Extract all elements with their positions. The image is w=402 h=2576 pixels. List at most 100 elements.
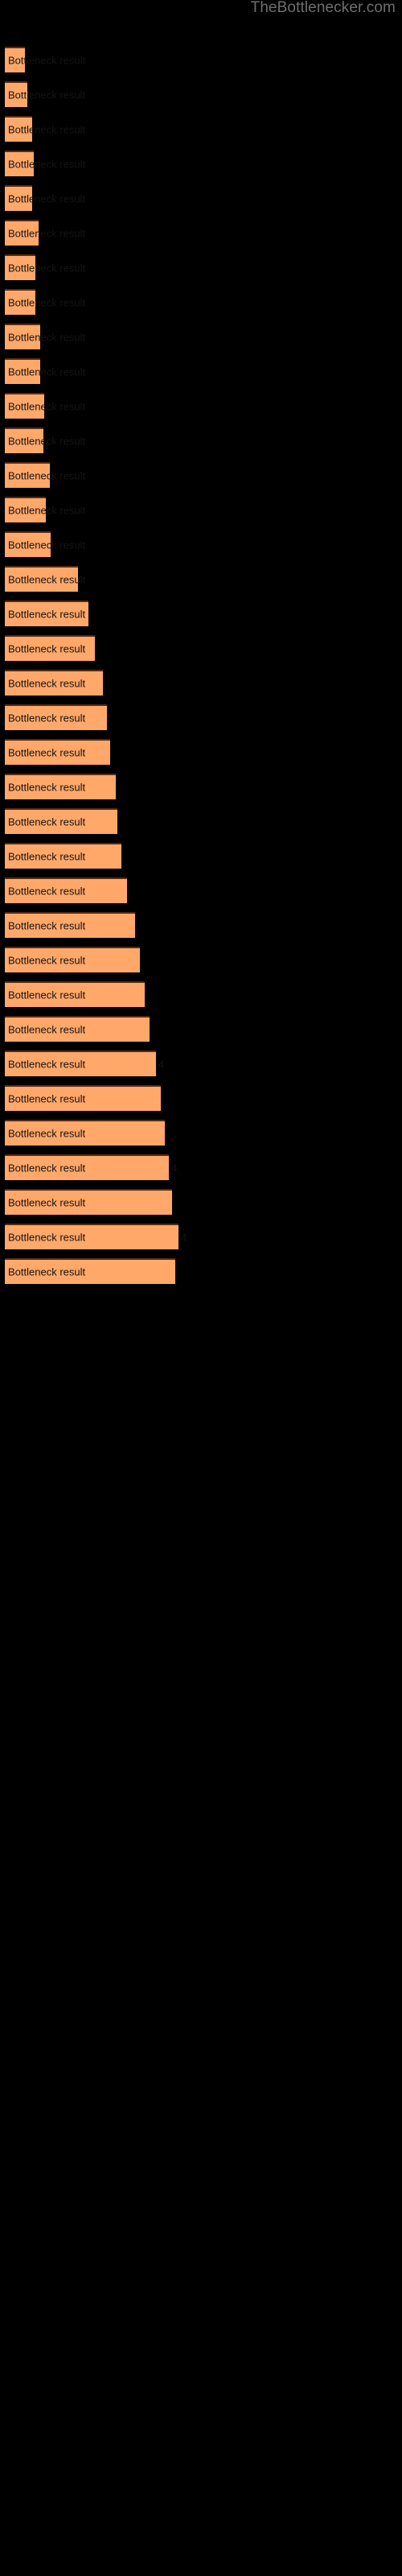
bar[interactable]: Bottleneck result — [5, 531, 85, 557]
bar[interactable]: Bottleneck result — [5, 185, 85, 211]
bar-row: Bottleneck result — [0, 1258, 402, 1293]
bar-label: Bottleneck result — [8, 919, 86, 932]
bar-label: Bottleneck result — [8, 746, 86, 759]
bar-label: Bottleneck result — [8, 1058, 86, 1071]
bar-row: Bottleneck result — [0, 116, 402, 151]
bar-row: Bottleneck result — [0, 289, 402, 324]
bar[interactable]: Bottleneck result — [5, 462, 85, 488]
bar-label: Bottleneck result — [8, 642, 86, 655]
bar[interactable]: Bottleneck result — [5, 670, 103, 696]
bar-label: Bottleneck result — [8, 573, 86, 586]
bar[interactable]: Bottleneck result — [5, 151, 85, 176]
bar[interactable]: Bottleneck result — [5, 1016, 150, 1042]
bar-label: Bottleneck result — [8, 815, 86, 828]
bar[interactable]: Bottleneck result — [5, 739, 110, 765]
bar[interactable]: Bottleneck result 4 — [5, 1224, 187, 1249]
bar-row: Bottleneck result — [0, 220, 402, 254]
bar-row: Bottleneck result 4 — [0, 1154, 402, 1189]
bar-row: Bottleneck result — [0, 81, 402, 116]
bar[interactable]: Bottleneck result — [5, 47, 85, 72]
bar-label: Bottleneck result — [8, 158, 86, 171]
bar-row: Bottleneck result — [0, 981, 402, 1016]
bar[interactable]: Bottleneck result — [5, 635, 95, 661]
bar-label: Bottleneck result — [8, 954, 86, 967]
bar[interactable]: Bottleneck result — [5, 774, 116, 799]
bar[interactable]: Bottleneck result — [5, 427, 85, 453]
bar[interactable]: Bottleneck result 4 — [5, 1051, 164, 1076]
bar[interactable]: Bottleneck result — [5, 289, 85, 315]
bar-label: Bottleneck result — [8, 123, 86, 136]
bar[interactable]: Bottleneck result — [5, 81, 85, 107]
bar-row: Bottleneck result — [0, 393, 402, 427]
bar-label: Bottleneck result — [8, 1092, 86, 1105]
bar-row: Bottleneck result — [0, 808, 402, 843]
bar-row: Bottleneck result — [0, 1120, 402, 1154]
bar-row: Bottleneck result — [0, 843, 402, 877]
bar-row: Bottleneck result — [0, 566, 402, 601]
bar-row: Bottleneck result — [0, 1085, 402, 1120]
bar-label: Bottleneck result — [8, 227, 86, 240]
bar[interactable]: Bottleneck result — [5, 601, 88, 626]
bar[interactable]: Bottleneck result — [5, 808, 117, 834]
plot-area: Bottleneck result Bottleneck result Bottle… — [0, 0, 402, 2576]
bar[interactable]: Bottleneck result — [5, 116, 85, 142]
bar-row: Bottleneck result 4 — [0, 1224, 402, 1258]
bar[interactable]: Bottleneck result — [5, 1189, 172, 1215]
bar-label: Bottleneck result — [8, 850, 86, 863]
bar-label: Bottleneck result — [8, 712, 86, 724]
bar-label: Bottleneck result — [8, 608, 86, 621]
bar[interactable]: Bottleneck result — [5, 912, 135, 938]
bar-label: Bottleneck result — [8, 539, 86, 551]
bar-label: Bottleneck result — [8, 677, 86, 690]
bar-label: Bottleneck result — [8, 400, 86, 413]
bar-row: Bottleneck result — [0, 670, 402, 704]
bar[interactable]: Bottleneck result — [5, 1258, 175, 1284]
bar[interactable]: Bottleneck result — [5, 843, 121, 869]
bar-row: Bottleneck result — [0, 151, 402, 185]
bar-row: Bottleneck result — [0, 1189, 402, 1224]
bar[interactable]: Bottleneck result — [5, 324, 85, 349]
bar-label: Bottleneck result — [8, 192, 86, 205]
bar[interactable]: Bottleneck result — [5, 704, 107, 730]
bar-row: Bottleneck result — [0, 531, 402, 566]
bar-row: Bottleneck result — [0, 1016, 402, 1051]
bar-label: Bottleneck result — [8, 331, 86, 344]
bar-label: Bottleneck result — [8, 469, 86, 482]
bar-row: Bottleneck result — [0, 912, 402, 947]
bar[interactable]: Bottleneck result — [5, 254, 85, 280]
bar-label: Bottleneck result — [8, 89, 86, 101]
bar[interactable]: Bottleneck result — [5, 497, 85, 522]
bar-label: Bottleneck result — [8, 989, 86, 1001]
bar[interactable]: Bottleneck result — [5, 1120, 165, 1146]
bar-label: Bottleneck result — [8, 365, 86, 378]
bar[interactable]: Bottleneck result — [5, 947, 140, 972]
bar-row: Bottleneck result — [0, 601, 402, 635]
bar-label: Bottleneck result — [8, 1162, 86, 1174]
bar[interactable]: Bottleneck result — [5, 220, 85, 246]
bar-label: Bottleneck result — [8, 1265, 86, 1278]
bar-row: Bottleneck result — [0, 497, 402, 531]
bar-row: Bottleneck result — [0, 877, 402, 912]
bar-value-label: 4 — [158, 1058, 165, 1071]
bar-label: Bottleneck result — [8, 1127, 86, 1140]
bar[interactable]: Bottleneck result — [5, 1085, 161, 1111]
bar[interactable]: Bottleneck result — [5, 566, 85, 592]
bar[interactable]: Bottleneck result 4 — [5, 1154, 177, 1180]
bar-label: Bottleneck result — [8, 504, 86, 517]
bar-row: Bottleneck result — [0, 254, 402, 289]
bar-row: Bottleneck result — [0, 324, 402, 358]
bar-row: Bottleneck result — [0, 427, 402, 462]
bar-row: Bottleneck result — [0, 774, 402, 808]
bar[interactable]: Bottleneck result — [5, 877, 127, 903]
bar[interactable]: Bottleneck result — [5, 358, 85, 384]
bar[interactable]: Bottleneck result — [5, 981, 145, 1007]
bar-row: Bottleneck result — [0, 704, 402, 739]
bar-row: Bottleneck result 4 — [0, 1051, 402, 1085]
bottleneck-chart-root: TheBottlenecker.com Bottleneck result Bot… — [0, 0, 402, 2576]
bar-row: Bottleneck result — [0, 47, 402, 81]
bar-row: Bottleneck result — [0, 947, 402, 981]
bar-row: Bottleneck result — [0, 358, 402, 393]
bar[interactable]: Bottleneck result — [5, 393, 85, 419]
bar-label: Bottleneck result — [8, 1023, 86, 1036]
bar-label: Bottleneck result — [8, 262, 86, 275]
